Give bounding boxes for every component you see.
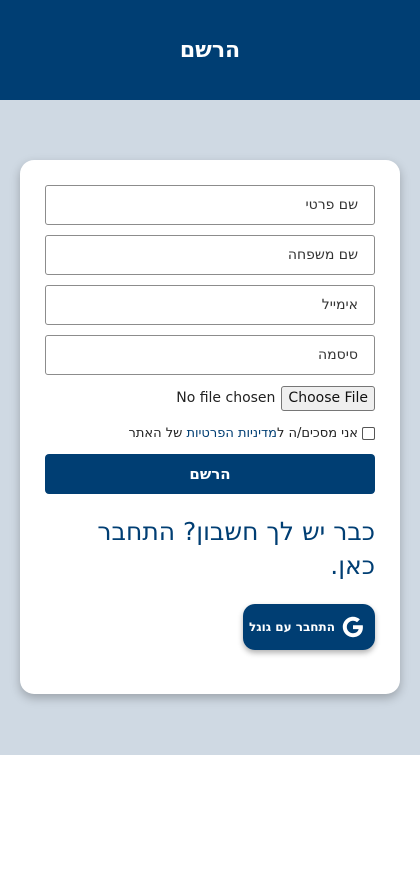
login-link[interactable]: כבר יש לך חשבון? התחבר כאן.: [45, 515, 375, 583]
page-title: הרשם: [179, 37, 241, 63]
google-g-icon: [342, 616, 363, 638]
google-login-label: התחבר עם גוגל: [248, 620, 335, 634]
choose-file-button[interactable]: Choose File: [281, 385, 375, 411]
consent-text: אני מסכים/ה למדיניות הפרטיות של האתר: [129, 426, 359, 441]
last-name-input[interactable]: [45, 235, 375, 275]
file-status-text: No file chosen: [176, 390, 276, 406]
page-header: הרשם: [0, 0, 420, 100]
register-button[interactable]: הרשם: [45, 454, 375, 494]
privacy-consent: אני מסכים/ה למדיניות הפרטיות של האתר: [45, 423, 375, 443]
consent-text-after: של האתר: [128, 425, 187, 441]
google-login-button[interactable]: התחבר עם גוגל: [243, 604, 375, 650]
consent-text-before: אני מסכים/ה ל: [276, 425, 358, 441]
email-input[interactable]: [45, 285, 375, 325]
signup-card: No file chosen Choose File אני מסכים/ה ל…: [20, 160, 400, 694]
first-name-input[interactable]: [45, 185, 375, 225]
privacy-consent-checkbox[interactable]: [362, 426, 375, 440]
file-upload: No file chosen Choose File: [45, 385, 375, 411]
password-input[interactable]: [45, 335, 375, 375]
privacy-policy-link[interactable]: מדיניות הפרטיות: [186, 426, 277, 441]
